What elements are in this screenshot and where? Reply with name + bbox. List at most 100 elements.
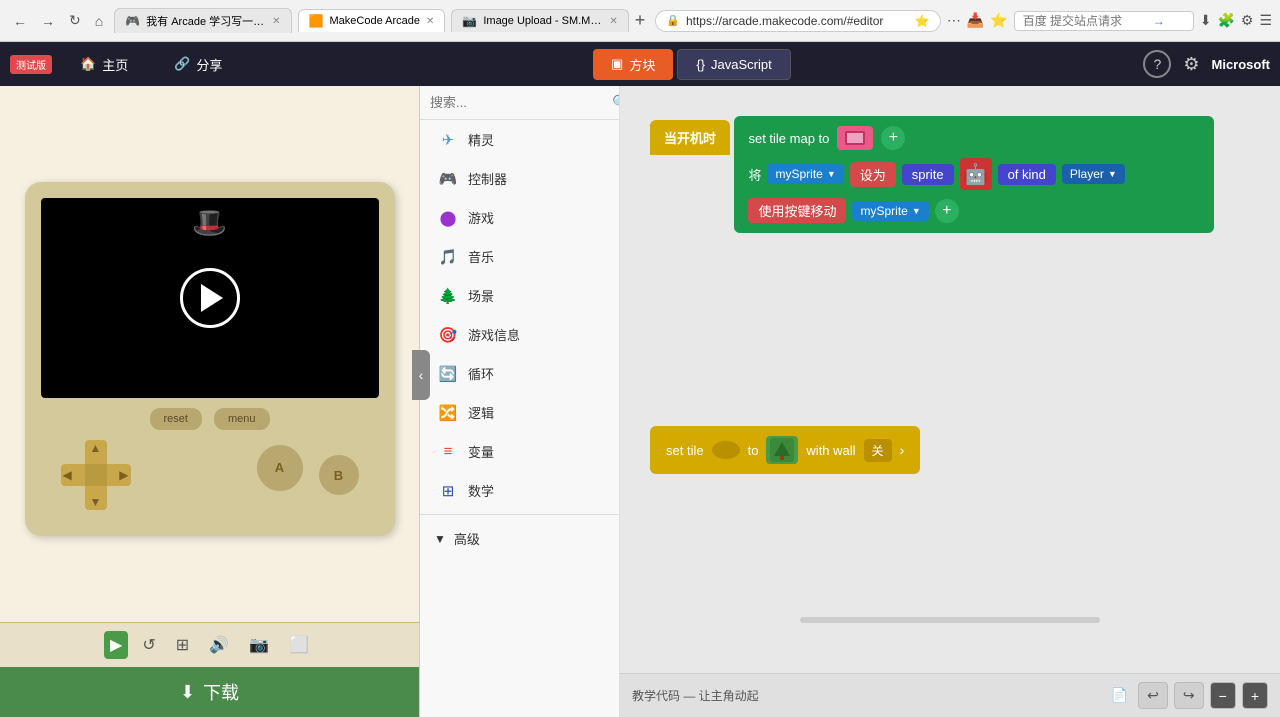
tile-green-preview[interactable] [766, 436, 798, 464]
reset-button[interactable]: reset [150, 408, 202, 430]
block-group-main: set tile map to + 将 mySprite ▼ 设为 [734, 116, 1214, 233]
share-tab[interactable]: 🔗 分享 [156, 49, 240, 80]
sidebar-item-advanced[interactable]: ▼ 高级 [420, 519, 619, 558]
mysprite-dropdown[interactable]: mySprite ▼ [767, 164, 843, 184]
mysprite-move-dropdown[interactable]: mySprite ▼ [852, 201, 928, 221]
bookmark-icon[interactable]: ⭐ [915, 14, 930, 28]
dpad-left-icon[interactable]: ◀ [63, 469, 72, 481]
sidebar-item-variable[interactable]: ≡ 变量 [420, 432, 619, 471]
tab3-label: Image Upload - SM.MS - Simp... [483, 15, 603, 27]
sidebar-search-icon[interactable]: 🔍 [612, 94, 620, 111]
browser-tab-2[interactable]: 🟧 MakeCode Arcade ✕ [298, 9, 446, 32]
dpad: ▲ ▼ ◀ ▶ [61, 440, 131, 510]
extensions-icon[interactable]: ⋯ [947, 12, 961, 29]
sim-expand-btn[interactable]: ⬜ [283, 631, 315, 659]
move-add-btn[interactable]: + [935, 199, 959, 223]
player-arrow-icon: ▼ [1108, 169, 1117, 179]
sidebar-item-scene[interactable]: 🌲 场景 [420, 276, 619, 315]
menu-icon[interactable]: ☰ [1259, 12, 1272, 29]
lock-icon: 🔒 [666, 14, 680, 27]
sidebar-item-loop[interactable]: 🔄 循环 [420, 354, 619, 393]
sidebar-item-logic[interactable]: 🔀 逻辑 [420, 393, 619, 432]
code-panel: 当开机时 set tile map to + 将 mySpri [620, 86, 1280, 717]
btn-b[interactable]: B [319, 455, 359, 495]
zoom-out-button[interactable]: − [1210, 682, 1236, 709]
settings-icon[interactable]: ⚙ [1241, 12, 1254, 29]
main-layout: 🎩 reset menu ▲ ▼ [0, 86, 1280, 717]
wall-toggle-btn[interactable]: 关 [864, 439, 892, 462]
addons-icon[interactable]: 🧩 [1217, 12, 1234, 29]
tile-map-preview[interactable] [837, 126, 873, 150]
tab2-close[interactable]: ✕ [426, 16, 434, 27]
block-row-move: 使用按键移动 mySprite ▼ + [748, 198, 1200, 223]
app-settings-icon[interactable]: ⚙ [1183, 54, 1199, 75]
sidebar-item-game[interactable]: ⬤ 游戏 [420, 198, 619, 237]
sidebar-item-controller[interactable]: 🎮 控制器 [420, 159, 619, 198]
help-icon[interactable]: ? [1143, 50, 1171, 78]
url-text: https://arcade.makecode.com/#editor [686, 14, 909, 28]
app-bar-right: ? ⚙ Microsoft [1143, 50, 1270, 78]
sidebar-label-variable: 变量 [468, 442, 494, 461]
tile-block-container: set tile to with wall 关 › [650, 426, 920, 474]
play-button[interactable] [180, 268, 240, 328]
sim-fullscreen-btn[interactable]: ⊞ [170, 631, 195, 659]
menu-button[interactable]: menu [214, 408, 270, 430]
sidebar-label-controller: 控制器 [468, 169, 507, 188]
dpad-right-icon[interactable]: ▶ [119, 469, 128, 481]
sim-restart-btn[interactable]: ↺ [136, 631, 161, 659]
controller-icon: 🎮 [438, 170, 458, 188]
js-tab[interactable]: {} JavaScript [677, 49, 790, 80]
sim-play-btn[interactable]: ▶ [104, 631, 128, 659]
browser-actions: ⋯ 📥 ⭐ [947, 12, 1008, 29]
var-label: 将 [748, 165, 761, 184]
forward-button[interactable]: → [36, 11, 60, 31]
blocks-label: 方块 [629, 55, 655, 74]
tile-map-inner [845, 131, 865, 145]
sprite-icon-preview[interactable]: 🤖 [960, 158, 992, 190]
sidebar-item-math[interactable]: ⊞ 数学 [420, 471, 619, 510]
redo-button[interactable]: ↪ [1174, 682, 1204, 709]
sidebar-item-sprite[interactable]: ✈ 精灵 [420, 120, 619, 159]
tile-oval[interactable] [712, 441, 740, 459]
new-tab-button[interactable]: + [635, 10, 646, 31]
block-row-sprite: 将 mySprite ▼ 设为 sprite 🤖 of kind Player [748, 158, 1200, 190]
logic-icon: 🔀 [438, 404, 458, 422]
player-dropdown[interactable]: Player ▼ [1062, 164, 1125, 184]
tilemap-add-btn[interactable]: + [881, 126, 905, 150]
mysprite-label: mySprite [775, 167, 822, 181]
home-tab[interactable]: 🏠 主页 [62, 49, 146, 80]
home-button[interactable]: ⌂ [90, 11, 108, 31]
undo-button[interactable]: ↩ [1138, 682, 1168, 709]
pocket-icon[interactable]: 📥 [967, 12, 984, 29]
search-go-icon[interactable]: → [1153, 14, 1165, 28]
horizontal-scrollbar[interactable] [800, 617, 1100, 623]
btn-a[interactable]: A [257, 445, 303, 491]
sidebar-search-input[interactable] [430, 95, 606, 110]
sim-screenshot-btn[interactable]: 📷 [243, 631, 275, 659]
download-icon[interactable]: ⬇ [1200, 12, 1212, 29]
tab3-close[interactable]: ✕ [609, 16, 617, 27]
blocks-tab[interactable]: ▣ 方块 [593, 49, 673, 80]
sim-toolbar: ▶ ↺ ⊞ 🔊 📷 ⬜ [0, 622, 419, 667]
back-button[interactable]: ← [8, 11, 32, 31]
tab1-close[interactable]: ✕ [272, 16, 280, 27]
sim-sound-btn[interactable]: 🔊 [203, 631, 235, 659]
music-icon: 🎵 [438, 248, 458, 266]
browser-tab-1[interactable]: 🎮 我有 Arcade 学习写一款 RPG 游戏... ✕ [114, 8, 291, 33]
sidebar-item-gameinfo[interactable]: 🎯 游戏信息 [420, 315, 619, 354]
refresh-button[interactable]: ↻ [64, 10, 86, 31]
tutorial-doc-icon[interactable]: 📄 [1111, 687, 1128, 704]
zoom-in-button[interactable]: + [1242, 682, 1268, 709]
home-label: 主页 [102, 55, 128, 74]
dpad-down-icon[interactable]: ▼ [90, 496, 102, 508]
sidebar-item-music[interactable]: 🎵 音乐 [420, 237, 619, 276]
on-start-block[interactable]: 当开机时 [650, 120, 730, 155]
dpad-up-icon[interactable]: ▲ [90, 442, 102, 454]
collapse-sidebar-btn[interactable]: ‹ [412, 350, 430, 400]
sim-buttons-row: reset menu [41, 408, 379, 430]
browser-tab-3[interactable]: 📷 Image Upload - SM.MS - Simp... ✕ [451, 9, 628, 32]
app-bar: 测试版 🏠 主页 🔗 分享 ▣ 方块 {} JavaScript ? ⚙ Mic… [0, 42, 1280, 86]
download-button[interactable]: ⬇ 下载 [0, 667, 419, 717]
search-input[interactable] [1023, 14, 1153, 28]
star-icon[interactable]: ⭐ [990, 12, 1007, 29]
